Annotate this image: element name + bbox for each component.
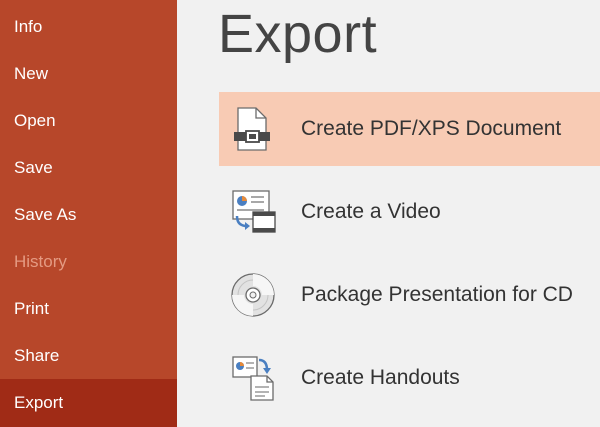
sidebar-item-history: History [14,252,67,271]
option-label: Create PDF/XPS Document [301,117,562,140]
page-title: Export [218,4,378,64]
backstage-view: Info New Open Save Save As History Print… [0,0,600,427]
video-icon [229,188,277,236]
sidebar-item-open[interactable]: Open [0,97,177,144]
option-label: Package Presentation for CD [301,283,573,306]
sidebar-item-print[interactable]: Print [0,285,177,332]
cd-icon [229,271,277,319]
create-pdf-xps-option[interactable]: Create PDF/XPS Document [219,92,600,166]
create-video-option[interactable]: Create a Video [219,175,600,249]
create-handouts-option[interactable]: Create Handouts [219,341,600,415]
export-panel: Export Create PDF/XPS Document Create a … [177,0,600,427]
sidebar-item-info[interactable]: Info [0,3,177,50]
sidebar-item-save[interactable]: Save [0,144,177,191]
backstage-sidebar: Info New Open Save Save As History Print… [0,0,177,427]
sidebar-item-share[interactable]: Share [0,332,177,379]
pdf-xps-document-icon [229,105,277,153]
package-for-cd-option[interactable]: Package Presentation for CD [219,258,600,332]
handouts-icon [229,354,277,402]
option-label: Create Handouts [301,366,460,389]
option-label: Create a Video [301,200,441,223]
sidebar-item-save-as[interactable]: Save As [0,191,177,238]
sidebar-item-export[interactable]: Export [0,379,177,427]
sidebar-item-new[interactable]: New [0,50,177,97]
